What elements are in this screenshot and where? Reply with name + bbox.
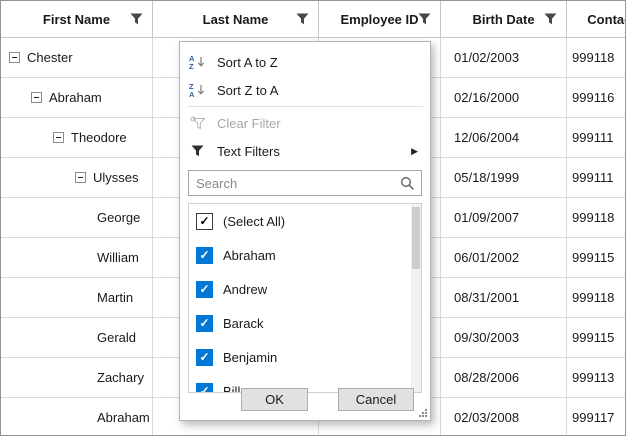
search-input[interactable] [189, 176, 394, 191]
checkbox-checked[interactable]: ✓ [196, 315, 213, 332]
birth-date-cell: 08/31/2001 [441, 278, 567, 318]
first-name-cell: Abraham [49, 90, 102, 105]
filter-value-list: ✓ (Select All) ✓ Abraham ✓ Andrew ✓ Bara… [188, 203, 422, 393]
birth-date-cell: 01/09/2007 [441, 198, 567, 238]
checkbox-checked[interactable]: ✓ [196, 349, 213, 366]
birth-date-cell: 09/30/2003 [441, 318, 567, 358]
resize-grip[interactable] [418, 408, 428, 418]
popup-button-row: OK Cancel [180, 388, 430, 411]
first-name-cell: Martin [97, 290, 133, 305]
column-header-label: Birth Date [472, 12, 534, 27]
first-name-cell: Ulysses [93, 170, 139, 185]
collapse-icon[interactable] [9, 52, 20, 63]
filter-icon[interactable] [418, 13, 431, 25]
contact-cell: 999113 [567, 358, 626, 398]
column-header-first-name[interactable]: First Name [1, 1, 153, 38]
column-header-label: First Name [43, 12, 110, 27]
search-box [188, 170, 422, 196]
checkbox-checked[interactable]: ✓ [196, 281, 213, 298]
collapse-icon[interactable] [53, 132, 64, 143]
birth-date-cell: 05/18/1999 [441, 158, 567, 198]
column-header-employee-id[interactable]: Employee ID [319, 1, 441, 38]
scrollbar[interactable] [411, 204, 421, 392]
clear-filter-label: Clear Filter [217, 116, 281, 131]
list-item-select-all[interactable]: ✓ (Select All) [189, 204, 421, 238]
list-item-label: (Select All) [223, 214, 285, 229]
list-item[interactable]: ✓ Benjamin [189, 340, 421, 374]
list-item[interactable]: ✓ Barack [189, 306, 421, 340]
contact-cell: 999111 [567, 158, 626, 198]
search-icon[interactable] [394, 176, 421, 191]
tree-grid-window: First Name Last Name Employee ID Birth D… [0, 0, 626, 436]
contact-cell: 999116 [567, 78, 626, 118]
filter-icon[interactable] [130, 13, 143, 25]
text-filters-icon [189, 145, 206, 157]
birth-date-cell: 02/16/2000 [441, 78, 567, 118]
clear-filter-icon [189, 116, 206, 130]
birth-date-cell: 02/03/2008 [441, 398, 567, 436]
scrollbar-thumb[interactable] [412, 207, 420, 269]
menu-separator [187, 106, 423, 107]
first-name-cell: William [97, 250, 139, 265]
svg-text:A: A [189, 90, 195, 98]
sort-a-to-z-item[interactable]: A Z Sort A to Z [180, 48, 430, 76]
list-item-label: Andrew [223, 282, 267, 297]
list-item[interactable]: ✓ Andrew [189, 272, 421, 306]
sort-az-icon: A Z [189, 54, 206, 70]
birth-date-cell: 01/02/2003 [441, 38, 567, 78]
column-header-contact[interactable]: Contact [567, 1, 626, 38]
text-filters-label: Text Filters [217, 144, 280, 159]
sort-z-to-a-label: Sort Z to A [217, 83, 278, 98]
checkbox-checked[interactable]: ✓ [196, 213, 213, 230]
birth-date-cell: 12/06/2004 [441, 118, 567, 158]
contact-cell: 999117 [567, 398, 626, 436]
list-item-label: Benjamin [223, 350, 277, 365]
sort-za-icon: Z A [189, 82, 206, 98]
list-item-label: Barack [223, 316, 263, 331]
column-header-label: Last Name [203, 12, 269, 27]
contact-cell: 999118 [567, 198, 626, 238]
filter-icon[interactable] [544, 13, 557, 25]
first-name-cell: George [97, 210, 140, 225]
ok-button[interactable]: OK [241, 388, 308, 411]
filter-popup: A Z Sort A to Z Z A Sort Z to A [179, 41, 431, 421]
svg-text:Z: Z [189, 62, 194, 70]
submenu-arrow-icon: ▶ [411, 146, 421, 157]
contact-cell: 999115 [567, 238, 626, 278]
column-header-birth-date[interactable]: Birth Date [441, 1, 567, 38]
birth-date-cell: 08/28/2006 [441, 358, 567, 398]
cancel-button[interactable]: Cancel [338, 388, 414, 411]
checkbox-checked[interactable]: ✓ [196, 247, 213, 264]
first-name-cell: Chester [27, 50, 73, 65]
column-header-label: Employee ID [340, 12, 418, 27]
first-name-cell: Theodore [71, 130, 127, 145]
contact-cell: 999118 [567, 278, 626, 318]
list-item-label: Abraham [223, 248, 276, 263]
birth-date-cell: 06/01/2002 [441, 238, 567, 278]
first-name-cell: Abraham [97, 410, 150, 425]
clear-filter-item[interactable]: Clear Filter [180, 109, 430, 137]
column-headers: First Name Last Name Employee ID Birth D… [1, 1, 625, 38]
contact-cell: 999111 [567, 118, 626, 158]
column-header-last-name[interactable]: Last Name [153, 1, 319, 38]
list-item[interactable]: ✓ Abraham [189, 238, 421, 272]
text-filters-item[interactable]: Text Filters ▶ [180, 137, 430, 165]
first-name-cell: Gerald [97, 330, 136, 345]
first-name-cell: Zachary [97, 370, 144, 385]
collapse-icon[interactable] [31, 92, 42, 103]
column-header-label: Contact [587, 12, 626, 27]
contact-cell: 999118 [567, 38, 626, 78]
filter-icon[interactable] [296, 13, 309, 25]
sort-a-to-z-label: Sort A to Z [217, 55, 278, 70]
contact-cell: 999115 [567, 318, 626, 358]
collapse-icon[interactable] [75, 172, 86, 183]
sort-z-to-a-item[interactable]: Z A Sort Z to A [180, 76, 430, 104]
